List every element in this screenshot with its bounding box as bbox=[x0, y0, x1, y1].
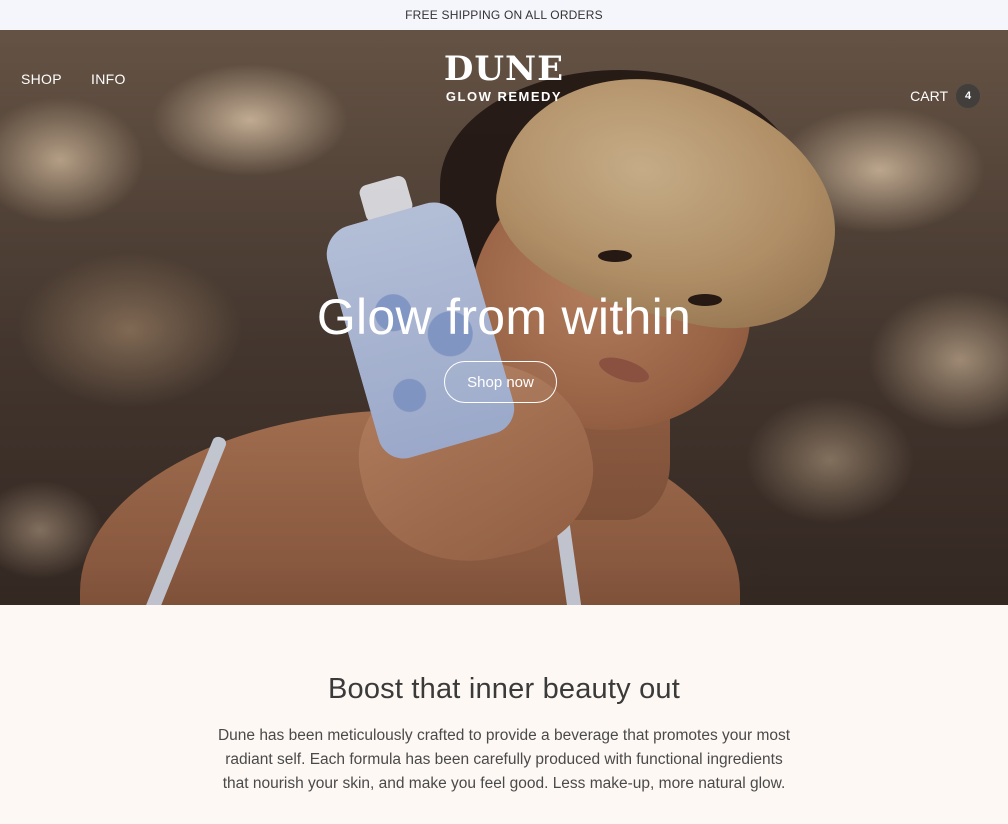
shop-now-button[interactable]: Shop now bbox=[444, 361, 557, 403]
cart-label: CART bbox=[910, 88, 948, 104]
cart-count-badge: 4 bbox=[956, 84, 980, 108]
site-header: SHOP INFO DUNE GLOW REMEDY CART 4 bbox=[0, 30, 1008, 130]
logo-wordmark: DUNE bbox=[443, 49, 565, 89]
hero-banner: SHOP INFO DUNE GLOW REMEDY CART 4 Glow f… bbox=[0, 30, 1008, 605]
cart-link[interactable]: CART 4 bbox=[910, 84, 980, 108]
logo-tagline: GLOW REMEDY bbox=[445, 89, 563, 104]
intro-section: Boost that inner beauty out Dune has bee… bbox=[0, 605, 1008, 796]
intro-body: Dune has been meticulously crafted to pr… bbox=[217, 727, 791, 792]
announcement-bar: FREE SHIPPING ON ALL ORDERS bbox=[0, 0, 1008, 30]
hero-title: Glow from within bbox=[316, 289, 692, 345]
intro-title: Boost that inner beauty out bbox=[327, 673, 681, 705]
announcement-text: FREE SHIPPING ON ALL ORDERS bbox=[405, 8, 603, 22]
site-logo[interactable]: DUNE GLOW REMEDY bbox=[0, 52, 1008, 104]
